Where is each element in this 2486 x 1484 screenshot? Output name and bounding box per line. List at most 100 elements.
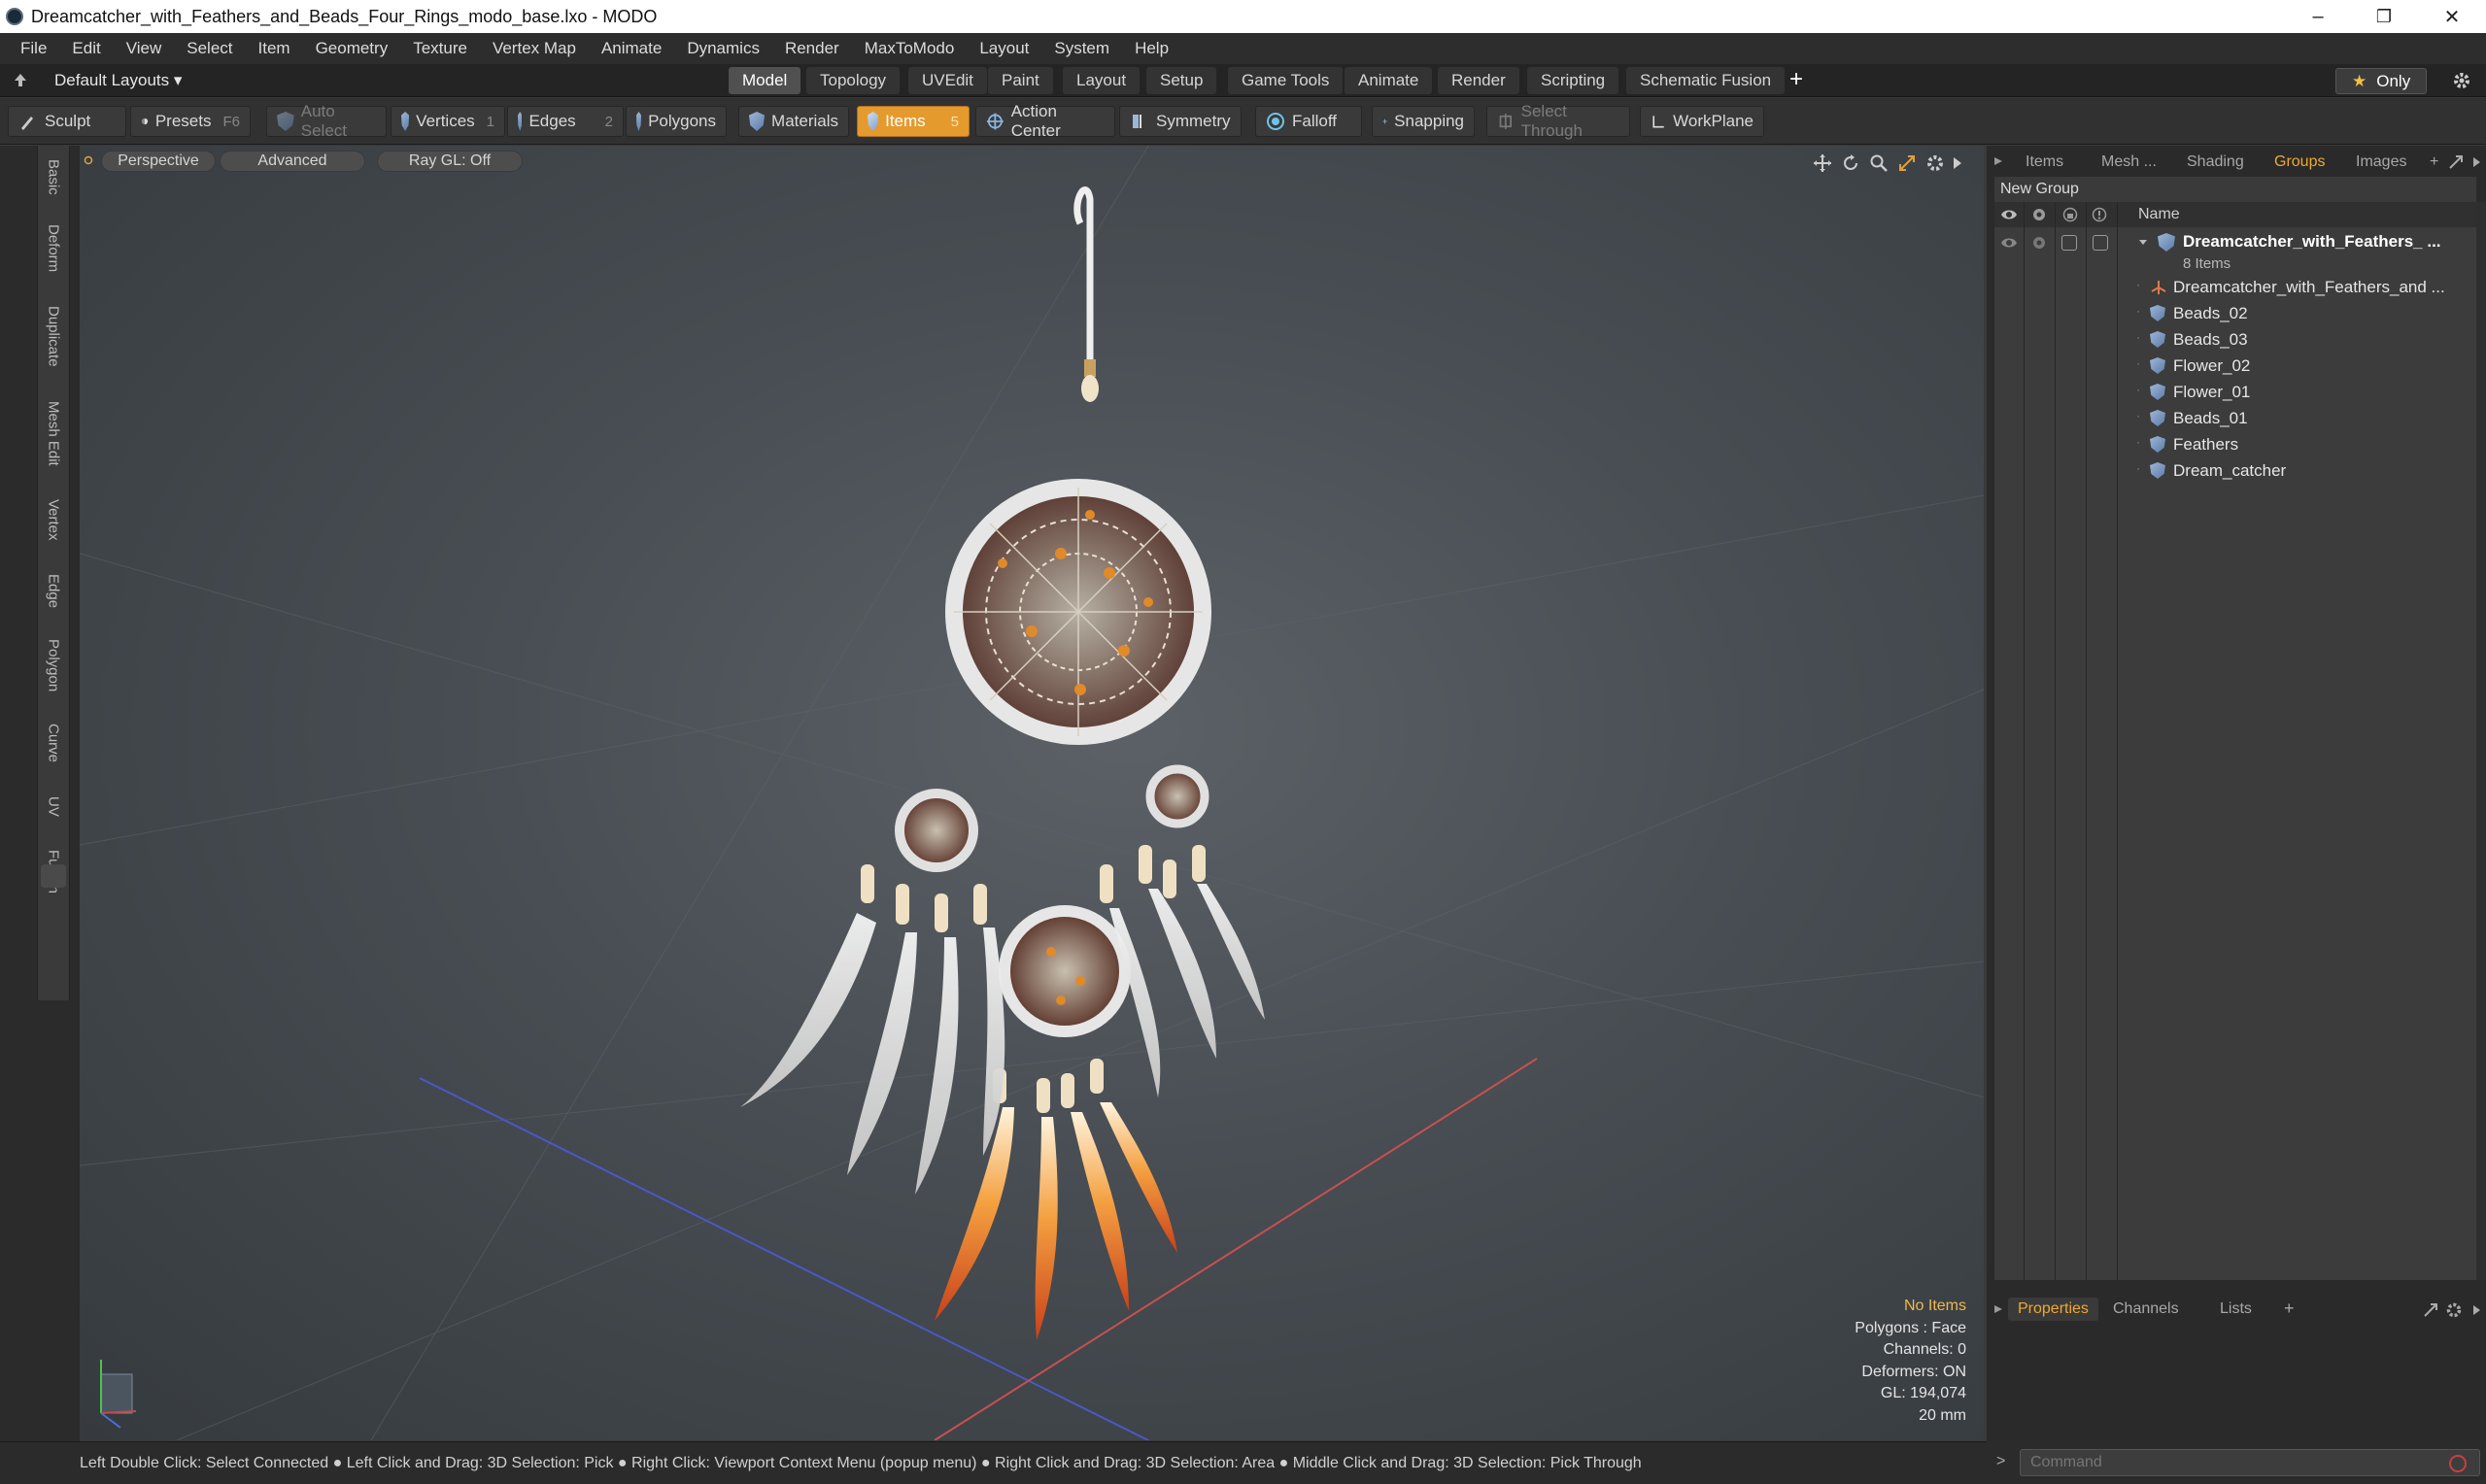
command-input[interactable] bbox=[2020, 1449, 2480, 1476]
panel-menu-icon[interactable] bbox=[1992, 155, 2004, 167]
tab-channels[interactable]: Channels bbox=[2113, 1300, 2179, 1318]
zoom-icon[interactable] bbox=[1869, 153, 1889, 173]
panel-tab-items[interactable]: Items bbox=[2026, 152, 2063, 173]
panel-tab-images[interactable]: Images bbox=[2356, 152, 2406, 173]
presets-button[interactable]: Presets F6 bbox=[130, 106, 251, 137]
properties-gear-icon[interactable] bbox=[2445, 1301, 2463, 1319]
groups-scrollbar[interactable] bbox=[2476, 202, 2486, 1280]
properties-menu-icon[interactable] bbox=[1992, 1303, 2004, 1315]
gear-icon[interactable] bbox=[2452, 71, 2471, 90]
maximize-viewport-icon[interactable] bbox=[1897, 153, 1917, 173]
materials-button[interactable]: Materials bbox=[738, 106, 849, 137]
menu-edit[interactable]: Edit bbox=[59, 39, 113, 58]
panel-expand-icon[interactable] bbox=[2447, 153, 2465, 171]
only-button[interactable]: ★ Only bbox=[2335, 68, 2428, 94]
pan-icon[interactable] bbox=[1813, 153, 1832, 173]
menu-system[interactable]: System bbox=[1041, 39, 1122, 58]
menu-vertex-map[interactable]: Vertex Map bbox=[480, 39, 589, 58]
tab-topology[interactable]: Topology bbox=[806, 67, 901, 94]
group-child-row[interactable]: · Beads_01 bbox=[1994, 405, 2476, 431]
add-tab-button[interactable]: + bbox=[1789, 66, 1803, 93]
row-render-icon[interactable] bbox=[2031, 235, 2047, 251]
restore-button[interactable]: ❐ bbox=[2351, 0, 2417, 33]
view-mode-button[interactable]: Perspective bbox=[101, 151, 216, 172]
menu-texture[interactable]: Texture bbox=[400, 39, 480, 58]
left-tab-polygon[interactable]: Polygon bbox=[39, 625, 68, 705]
group-child-row[interactable]: · Feathers bbox=[1994, 431, 2476, 457]
viewport-menu-dot-icon[interactable] bbox=[84, 155, 93, 165]
layout-up-icon[interactable] bbox=[12, 72, 29, 89]
snapping-button[interactable]: Snapping bbox=[1372, 106, 1475, 137]
menu-item[interactable]: Item bbox=[246, 39, 303, 58]
left-tab-expand-button[interactable] bbox=[41, 864, 66, 888]
selectable-toggle-icon[interactable] bbox=[2092, 207, 2107, 222]
tab-render[interactable]: Render bbox=[1438, 67, 1519, 94]
tab-properties[interactable]: Properties bbox=[2008, 1298, 2098, 1321]
menu-animate[interactable]: Animate bbox=[589, 39, 674, 58]
viewport-settings-icon[interactable] bbox=[1925, 153, 1945, 173]
menu-help[interactable]: Help bbox=[1122, 39, 1181, 58]
tab-model[interactable]: Model bbox=[729, 67, 801, 94]
menu-select[interactable]: Select bbox=[174, 39, 245, 58]
group-child-row[interactable]: · Beads_03 bbox=[1994, 326, 2476, 353]
shading-mode-button[interactable]: Advanced bbox=[220, 151, 365, 172]
symmetry-button[interactable]: Symmetry bbox=[1119, 106, 1242, 137]
tab-setup[interactable]: Setup bbox=[1146, 67, 1217, 94]
menu-file[interactable]: File bbox=[8, 39, 59, 58]
row-select-checkbox[interactable] bbox=[2093, 235, 2108, 251]
tab-layout[interactable]: Layout bbox=[1063, 67, 1141, 94]
panel-tab-shading[interactable]: Shading bbox=[2187, 152, 2244, 173]
select-through-button[interactable]: Select Through bbox=[1486, 102, 1630, 140]
new-group-button[interactable]: New Group bbox=[1994, 177, 2476, 202]
menu-dynamics[interactable]: Dynamics bbox=[674, 39, 772, 58]
row-visibility-eye-icon[interactable] bbox=[2000, 235, 2018, 251]
group-child-row[interactable]: · Flower_02 bbox=[1994, 353, 2476, 379]
lock-icon[interactable] bbox=[2062, 207, 2078, 222]
properties-expand-icon[interactable] bbox=[2422, 1301, 2439, 1319]
auto-select-button[interactable]: Auto Select bbox=[266, 102, 387, 140]
tab-game-tools[interactable]: Game Tools bbox=[1228, 67, 1344, 94]
add-properties-tab-button[interactable]: + bbox=[2284, 1298, 2295, 1319]
left-tab-curve[interactable]: Curve bbox=[39, 711, 68, 775]
tab-schematic-fusion[interactable]: Schematic Fusion bbox=[1626, 67, 1786, 94]
group-collapse-icon[interactable] bbox=[2136, 235, 2150, 249]
left-tab-vertex[interactable]: Vertex bbox=[39, 486, 68, 554]
polygons-button[interactable]: Polygons bbox=[626, 106, 727, 137]
panel-tab-mesh[interactable]: Mesh ... bbox=[2101, 152, 2157, 173]
layout-selector[interactable]: Default Layouts ▾ bbox=[54, 68, 182, 93]
row-lock-checkbox[interactable] bbox=[2061, 235, 2077, 251]
left-tab-basic[interactable]: Basic bbox=[39, 152, 68, 202]
tab-lists[interactable]: Lists bbox=[2220, 1300, 2252, 1318]
items-button[interactable]: Items 5 bbox=[857, 106, 970, 137]
panel-arrow-icon[interactable] bbox=[2470, 155, 2482, 169]
left-tab-deform[interactable]: Deform bbox=[39, 214, 68, 284]
menu-render[interactable]: Render bbox=[772, 39, 852, 58]
viewport-arrow-icon[interactable] bbox=[1951, 153, 1964, 173]
menu-maxtomodo[interactable]: MaxToModo bbox=[852, 39, 968, 58]
menu-view[interactable]: View bbox=[114, 39, 175, 58]
properties-arrow-icon[interactable] bbox=[2470, 1303, 2482, 1317]
tab-animate[interactable]: Animate bbox=[1345, 67, 1433, 94]
group-child-row[interactable]: · Flower_01 bbox=[1994, 379, 2476, 405]
tab-paint[interactable]: Paint bbox=[988, 67, 1053, 94]
command-record-icon[interactable] bbox=[2447, 1453, 2469, 1474]
group-child-row[interactable]: · Beads_02 bbox=[1994, 300, 2476, 326]
workplane-button[interactable]: WorkPlane bbox=[1640, 106, 1764, 137]
minimize-button[interactable]: – bbox=[2285, 0, 2351, 33]
left-tab-edge[interactable]: Edge bbox=[39, 563, 68, 620]
group-child-row[interactable]: · Dream_catcher bbox=[1994, 457, 2476, 484]
left-tab-duplicate[interactable]: Duplicate bbox=[39, 291, 68, 381]
tab-uvedit[interactable]: UVEdit bbox=[908, 67, 987, 94]
menu-layout[interactable]: Layout bbox=[967, 39, 1041, 58]
visibility-eye-icon[interactable] bbox=[2000, 207, 2018, 222]
left-tab-uv[interactable]: UV bbox=[39, 783, 68, 829]
tab-scripting[interactable]: Scripting bbox=[1527, 67, 1619, 94]
menu-geometry[interactable]: Geometry bbox=[303, 39, 401, 58]
panel-add-tab-button[interactable]: + bbox=[2430, 152, 2438, 173]
falloff-button[interactable]: Falloff bbox=[1255, 106, 1362, 137]
raygl-button[interactable]: Ray GL: Off bbox=[377, 151, 523, 172]
edges-button[interactable]: Edges 2 bbox=[507, 106, 624, 137]
close-button[interactable]: ✕ bbox=[2419, 0, 2485, 33]
sculpt-button[interactable]: Sculpt bbox=[8, 106, 126, 137]
group-child-row[interactable]: · Dreamcatcher_with_Feathers_and ... bbox=[1994, 274, 2476, 300]
